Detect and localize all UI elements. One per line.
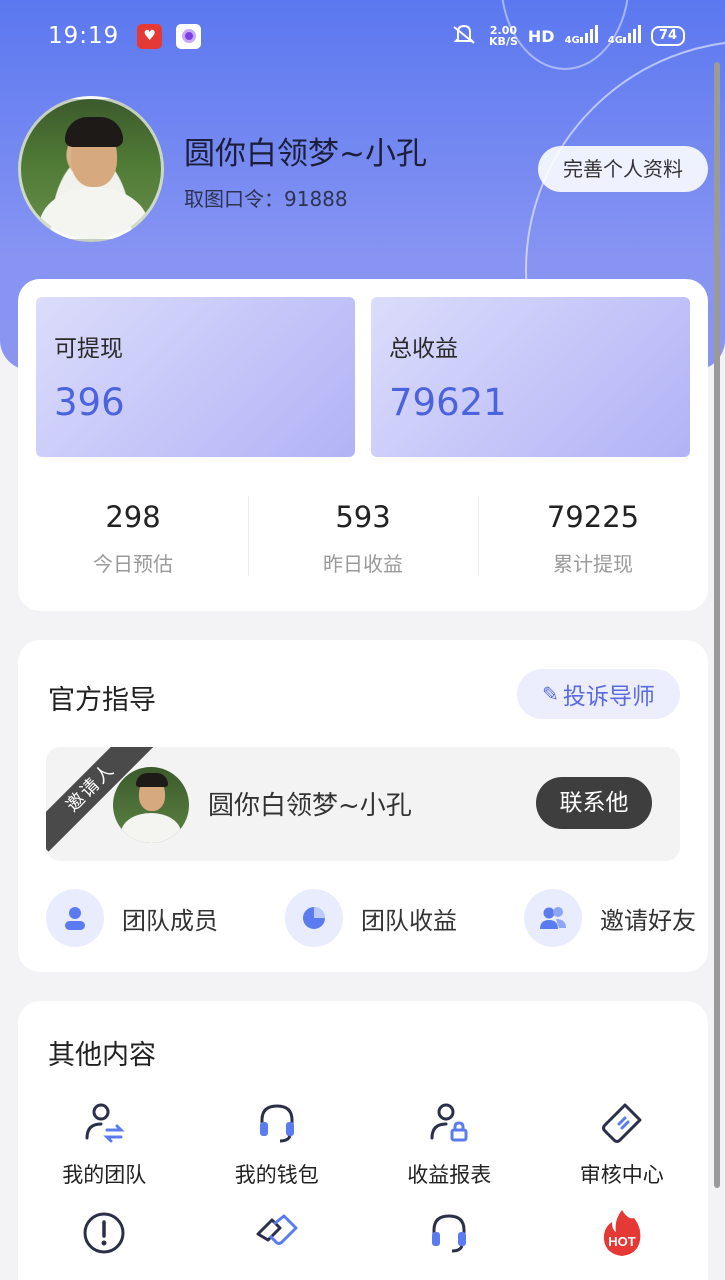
earnings-card: 可提现 396 总收益 79621 298 今日预估 593 昨日收益 7922… xyxy=(18,279,708,611)
stat-yesterday-earnings: 593 昨日收益 xyxy=(248,494,478,576)
other-title: 其他内容 xyxy=(48,1040,156,1071)
signal-4g-icon: 4G xyxy=(565,25,598,47)
team-earnings-item[interactable]: 团队收益 xyxy=(285,888,457,948)
user-code: 取图口令：91888 xyxy=(184,187,348,211)
stat-label: 今日预估 xyxy=(93,552,173,576)
team-members-item[interactable]: 团队成员 xyxy=(46,888,218,948)
other-content-card: 其他内容 我的团队 我的钱包 收益报表 审核中心 HOT xyxy=(18,1001,708,1280)
grid-label: 收益报表 xyxy=(407,1163,492,1187)
svg-text:HOT: HOT xyxy=(608,1234,636,1249)
stat-value: 593 xyxy=(335,500,391,534)
grid-item-my-wallet[interactable]: 我的钱包 xyxy=(191,1097,364,1189)
grid-item-alert[interactable] xyxy=(18,1207,191,1269)
team-earnings-label: 团队收益 xyxy=(361,906,457,935)
headset-icon xyxy=(423,1207,475,1259)
team-actions-row: 团队成员 团队收益 邀请好友 xyxy=(46,888,696,948)
grid-label: 我的团队 xyxy=(62,1163,147,1187)
withdrawable-label: 可提现 xyxy=(54,336,123,362)
app-notification-icon: ♥ xyxy=(137,23,163,49)
mute-bell-icon xyxy=(449,23,479,49)
inviter-panel: 邀请人 圆你白领梦~小孔 联系他 xyxy=(46,747,680,861)
user-name: 圆你白领梦~小孔 xyxy=(184,136,427,172)
grid-item-handshake[interactable] xyxy=(191,1207,364,1269)
grid-item-my-team[interactable]: 我的团队 xyxy=(18,1097,191,1189)
stat-label: 累计提现 xyxy=(553,552,633,576)
user-avatar[interactable] xyxy=(18,96,164,242)
headset-icon xyxy=(251,1097,303,1149)
stat-today-estimate: 298 今日预估 xyxy=(18,494,248,576)
withdrawable-box[interactable]: 可提现 396 xyxy=(36,297,355,457)
grid-item-support[interactable] xyxy=(363,1207,536,1269)
user-lock-icon xyxy=(423,1097,475,1149)
inviter-avatar xyxy=(113,767,189,843)
stat-total-withdrawn: 79225 累计提现 xyxy=(478,494,708,576)
stat-label: 昨日收益 xyxy=(323,552,403,576)
other-content-grid: 我的团队 我的钱包 收益报表 审核中心 HOT xyxy=(18,1097,708,1269)
tag-icon xyxy=(596,1097,648,1149)
complain-mentor-button[interactable]: ✎ 投诉导师 xyxy=(517,669,680,719)
grid-item-earnings-report[interactable]: 收益报表 xyxy=(363,1097,536,1189)
battery-icon: 74 xyxy=(650,26,685,46)
status-bar: 19:19 ♥ 2.00 KB/S HD 4G 4G 74 xyxy=(0,0,725,72)
team-members-label: 团队成员 xyxy=(122,906,218,935)
guide-title: 官方指导 xyxy=(48,685,156,716)
invite-friends-label: 邀请好友 xyxy=(600,906,696,935)
app-notification-icon xyxy=(176,23,202,49)
total-earnings-box[interactable]: 总收益 79621 xyxy=(371,297,690,457)
complain-mentor-label: 投诉导师 xyxy=(562,684,655,710)
status-time: 19:19 xyxy=(48,23,120,49)
total-earnings-value: 79621 xyxy=(389,381,507,424)
people-icon xyxy=(524,889,582,947)
stat-value: 79225 xyxy=(546,500,640,534)
signal-4g-icon: 4G xyxy=(608,25,641,47)
team-transfer-icon xyxy=(78,1097,130,1149)
contact-inviter-button[interactable]: 联系他 xyxy=(536,777,652,829)
withdrawable-value: 396 xyxy=(54,381,125,424)
inviter-name: 圆你白领梦~小孔 xyxy=(208,791,412,821)
pencil-icon: ✎ xyxy=(542,682,559,706)
grid-item-hot[interactable]: HOT xyxy=(536,1207,709,1269)
scrollbar[interactable] xyxy=(714,62,720,1188)
stat-value: 298 xyxy=(105,500,161,534)
grid-label: 审核中心 xyxy=(579,1163,664,1187)
official-guide-card: 官方指导 ✎ 投诉导师 邀请人 圆你白领梦~小孔 联系他 团队成员 团队收益 邀… xyxy=(18,640,708,972)
alert-icon xyxy=(78,1207,130,1259)
pie-chart-icon xyxy=(285,889,343,947)
total-earnings-label: 总收益 xyxy=(389,336,458,362)
hot-fire-icon: HOT xyxy=(596,1207,648,1259)
edit-profile-button[interactable]: 完善个人资料 xyxy=(538,146,708,192)
network-speed: 2.00 KB/S xyxy=(489,24,518,48)
hd-indicator: HD xyxy=(527,26,555,46)
invite-friends-item[interactable]: 邀请好友 xyxy=(524,888,696,948)
earnings-stats-row: 298 今日预估 593 昨日收益 79225 累计提现 xyxy=(18,494,708,576)
grid-item-review-center[interactable]: 审核中心 xyxy=(536,1097,709,1189)
person-icon xyxy=(46,889,104,947)
grid-label: 我的钱包 xyxy=(234,1163,319,1187)
handshake-icon xyxy=(251,1207,303,1259)
